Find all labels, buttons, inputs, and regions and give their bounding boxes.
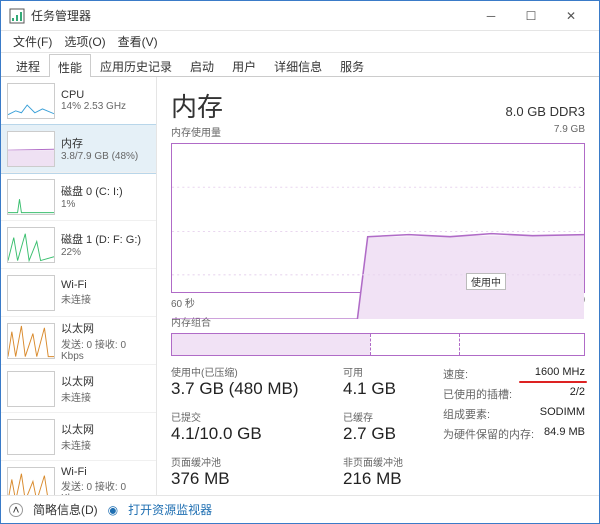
form-value: SODIMM — [540, 406, 585, 422]
hw-reserved-label: 为硬件保留的内存: — [443, 426, 534, 442]
used-value: 3.7 GB (480 MB) — [171, 379, 331, 399]
sidebar-item-label: Wi-Fi — [61, 279, 150, 291]
sidebar-item-sub: 发送: 0 接收: 0 Kbps — [61, 478, 150, 496]
sidebar-item-label: 以太网 — [61, 373, 150, 389]
tab-users[interactable]: 用户 — [223, 53, 265, 76]
chevron-up-icon[interactable]: ˄ — [9, 503, 23, 517]
menubar: 文件(F) 选项(O) 查看(V) — [1, 31, 599, 53]
titlebar: 任务管理器 ─ ☐ ✕ — [1, 1, 599, 31]
slots-label: 已使用的插槽: — [443, 386, 512, 402]
tab-app-history[interactable]: 应用历史记录 — [91, 53, 181, 76]
sidebar-item-label: Wi-Fi — [61, 466, 150, 478]
paged-value: 376 MB — [171, 469, 331, 489]
sidebar-item-ethernet-2[interactable]: 以太网未连接 — [1, 365, 156, 413]
sidebar-item-label: 以太网 — [61, 320, 150, 336]
close-button[interactable]: ✕ — [551, 1, 591, 31]
sidebar-item-sub: 22% — [61, 247, 150, 258]
committed-value: 4.1/10.0 GB — [171, 424, 331, 444]
used-label: 使用中(已压缩) — [171, 364, 331, 379]
sidebar-item-label: 磁盘 0 (C: I:) — [61, 183, 150, 199]
nonpaged-label: 非页面缓冲池 — [343, 454, 431, 469]
nonpaged-value: 216 MB — [343, 469, 431, 489]
memory-usage-chart: 使用中 — [171, 143, 585, 293]
sidebar-item-wifi-2[interactable]: Wi-Fi发送: 0 接收: 0 Kbps — [1, 461, 156, 495]
tab-details[interactable]: 详细信息 — [265, 53, 331, 76]
hw-reserved-value: 84.9 MB — [544, 426, 585, 442]
avail-label: 可用 — [343, 364, 431, 379]
sidebar-item-sub: 1% — [61, 199, 150, 210]
sidebar-item-sub: 14% 2.53 GHz — [61, 101, 150, 112]
committed-label: 已提交 — [171, 409, 331, 424]
cached-label: 已缓存 — [343, 409, 431, 424]
chart-label-top-right: 7.9 GB — [554, 124, 585, 139]
maximize-button[interactable]: ☐ — [511, 1, 551, 31]
menu-file[interactable]: 文件(F) — [9, 33, 56, 50]
memory-composition-chart — [171, 333, 585, 356]
page-title: 内存 — [171, 87, 223, 124]
paged-label: 页面缓冲池 — [171, 454, 331, 469]
tab-processes[interactable]: 进程 — [7, 53, 49, 76]
sidebar-item-sub: 发送: 0 接收: 0 Kbps — [61, 336, 150, 362]
window-title: 任务管理器 — [31, 7, 471, 24]
sidebar-item-sub: 未连接 — [61, 389, 150, 404]
memory-spec: 8.0 GB DDR3 — [506, 104, 585, 119]
main-panel: 内存 8.0 GB DDR3 内存使用量 7.9 GB 使用中 60 秒 — [157, 77, 599, 495]
cached-value: 2.7 GB — [343, 424, 431, 444]
sidebar-item-sub: 3.8/7.9 GB (48%) — [61, 151, 150, 162]
sidebar-item-label: 内存 — [61, 135, 150, 151]
avail-value: 4.1 GB — [343, 379, 431, 399]
speed-value: 1600 MHz — [535, 366, 585, 382]
sidebar-item-sub: 未连接 — [61, 437, 150, 452]
sidebar-item-ethernet[interactable]: 以太网发送: 0 接收: 0 Kbps — [1, 317, 156, 365]
sidebar-item-sub: 未连接 — [61, 291, 150, 306]
resource-monitor-icon: ◉ — [108, 503, 118, 517]
menu-options[interactable]: 选项(O) — [60, 33, 109, 50]
menu-view[interactable]: 查看(V) — [114, 33, 162, 50]
tab-services[interactable]: 服务 — [331, 53, 373, 76]
tab-startup[interactable]: 启动 — [181, 53, 223, 76]
sidebar-item-label: 磁盘 1 (D: F: G:) — [61, 231, 150, 247]
footer: ˄ 简略信息(D) ◉ 打开资源监视器 — [1, 495, 599, 523]
app-icon — [9, 8, 25, 24]
usage-tag: 使用中 — [466, 273, 506, 290]
sidebar-item-disk1[interactable]: 磁盘 1 (D: F: G:)22% — [1, 221, 156, 269]
sidebar-item-memory[interactable]: 内存3.8/7.9 GB (48%) — [1, 125, 156, 173]
tab-performance[interactable]: 性能 — [49, 54, 91, 77]
tabbar: 进程 性能 应用历史记录 启动 用户 详细信息 服务 — [1, 53, 599, 77]
sidebar-item-wifi[interactable]: Wi-Fi未连接 — [1, 269, 156, 317]
chart-label-top-left: 内存使用量 — [171, 124, 221, 139]
minimize-button[interactable]: ─ — [471, 1, 511, 31]
sidebar-item-cpu[interactable]: CPU14% 2.53 GHz — [1, 77, 156, 125]
open-resource-monitor-link[interactable]: 打开资源监视器 — [128, 501, 212, 518]
sidebar-item-label: 以太网 — [61, 421, 150, 437]
speed-label: 速度: — [443, 366, 468, 382]
sidebar: CPU14% 2.53 GHz 内存3.8/7.9 GB (48%) 磁盘 0 … — [1, 77, 157, 495]
slots-value: 2/2 — [570, 386, 585, 402]
sidebar-item-ethernet-3[interactable]: 以太网未连接 — [1, 413, 156, 461]
form-label: 组成要素: — [443, 406, 490, 422]
sidebar-item-label: CPU — [61, 89, 150, 101]
sidebar-item-disk0[interactable]: 磁盘 0 (C: I:)1% — [1, 173, 156, 221]
brief-info-button[interactable]: 简略信息(D) — [33, 501, 98, 518]
